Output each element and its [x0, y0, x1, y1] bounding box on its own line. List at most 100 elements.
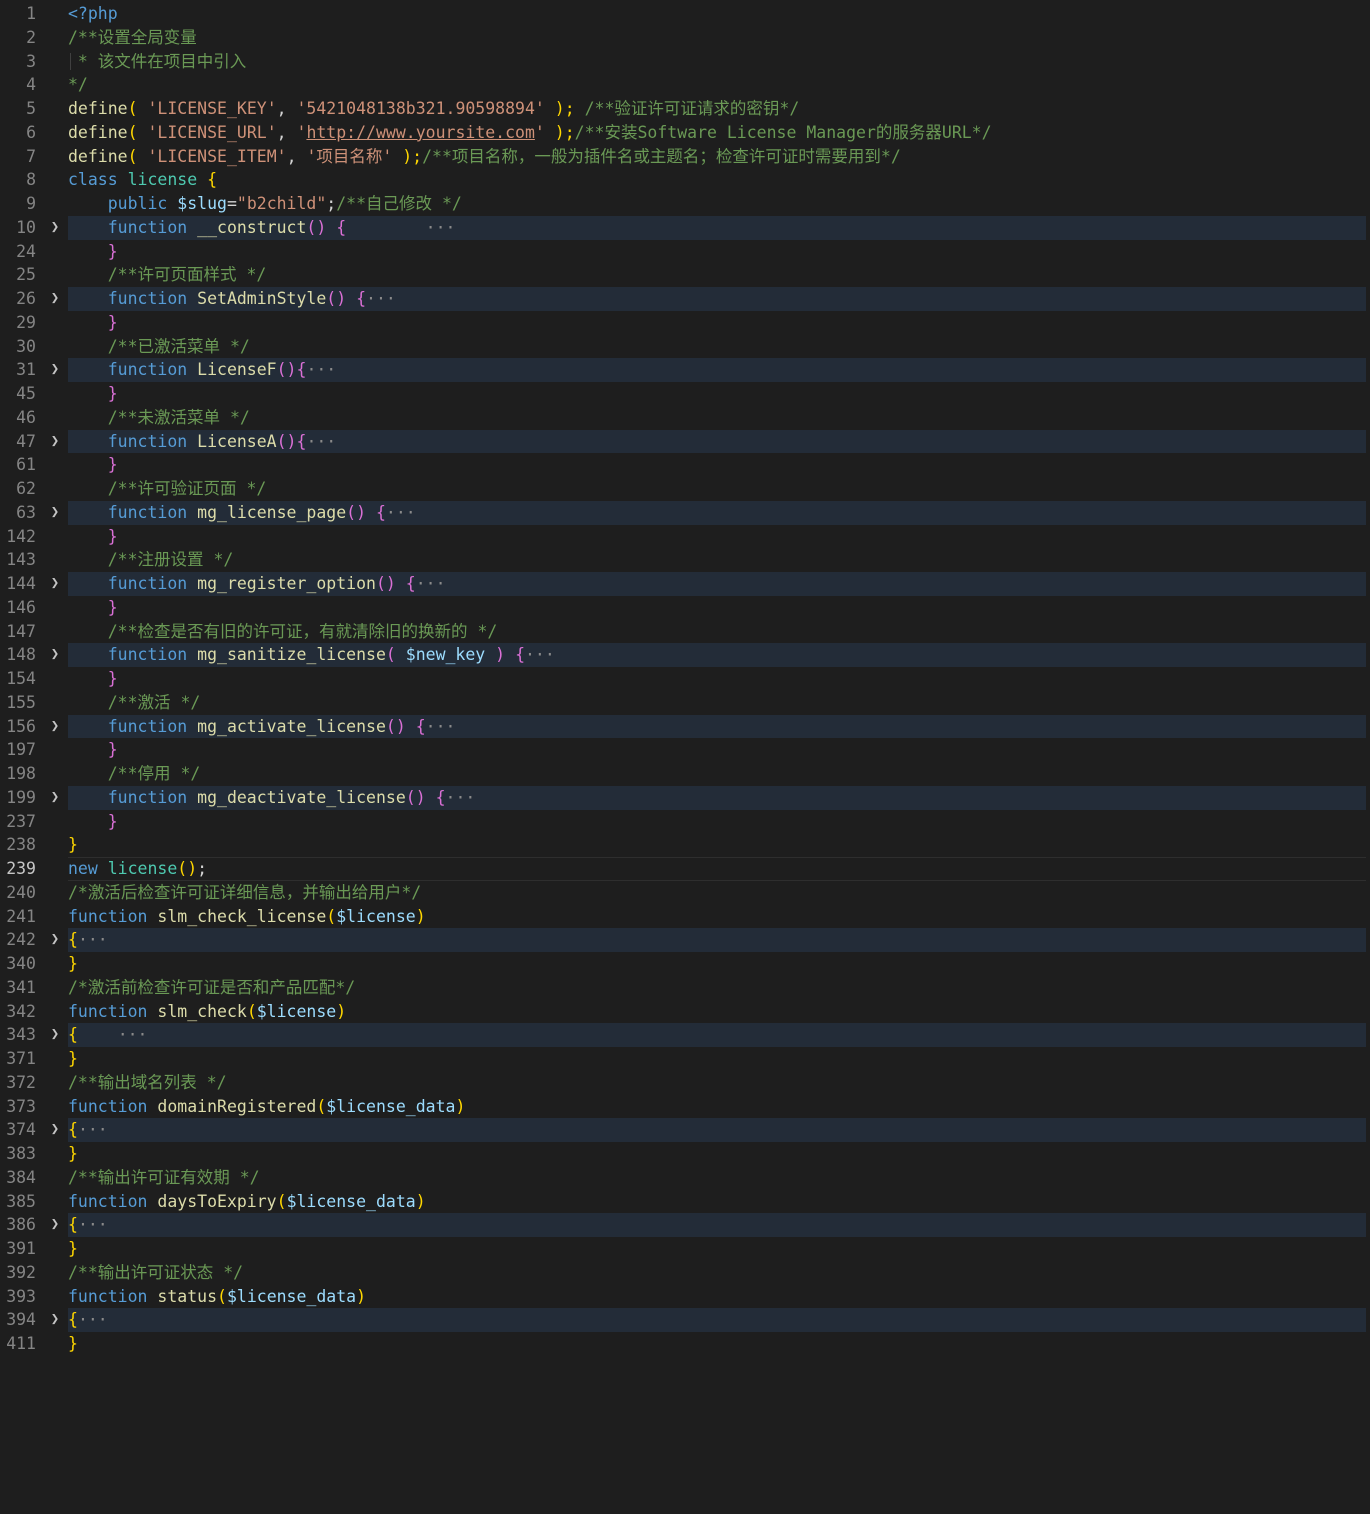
folded-code-line[interactable]: 394 ❯ {···: [0, 1308, 1366, 1332]
folded-region-ellipsis[interactable]: ···: [416, 574, 446, 593]
chevron-right-icon[interactable]: ❯: [46, 1023, 64, 1047]
folded-region-ellipsis[interactable]: ···: [118, 1025, 148, 1044]
code-line[interactable]: 237 }: [0, 810, 1366, 834]
chevron-right-icon[interactable]: ❯: [46, 430, 64, 454]
folded-code-line[interactable]: 47 ❯ function LicenseA(){···: [0, 429, 1366, 454]
code-line[interactable]: 393 function status($license_data): [0, 1285, 1366, 1309]
code-line[interactable]: 8 class license {: [0, 168, 1366, 192]
folded-region-ellipsis[interactable]: ···: [78, 1215, 108, 1234]
code-line[interactable]: 154 }: [0, 667, 1366, 691]
chevron-right-icon[interactable]: ❯: [46, 358, 64, 382]
code-token: new: [68, 859, 108, 878]
code-line[interactable]: 371}: [0, 1047, 1366, 1071]
code-editor[interactable]: 1 <?php 2/**设置全局变量 3 * 该文件在项目中引入 4 */5 define(…: [0, 0, 1370, 1514]
folded-region-ellipsis[interactable]: ···: [366, 289, 396, 308]
line-number: 155: [6, 692, 36, 712]
folded-code-line[interactable]: 156 ❯ function mg_activate_license() {···: [0, 714, 1366, 739]
folded-code-line[interactable]: 63 ❯ function mg_license_page() {···: [0, 500, 1366, 525]
code-line[interactable]: 45 }: [0, 382, 1366, 406]
folded-region-ellipsis[interactable]: ···: [78, 1310, 108, 1329]
folded-code-line[interactable]: 374 ❯ {···: [0, 1118, 1366, 1142]
folded-region-ellipsis[interactable]: ···: [426, 717, 456, 736]
code-line[interactable]: 29 }: [0, 311, 1366, 335]
folded-region-ellipsis[interactable]: ···: [525, 645, 555, 664]
folded-code-line[interactable]: 144 ❯ function mg_register_option() {···: [0, 572, 1366, 596]
code-line[interactable]: 147 /**检查是否有旧的许可证，有就清除旧的换新的 */: [0, 620, 1366, 644]
folded-code-line[interactable]: 10 ❯ function __construct() { ···: [0, 215, 1366, 240]
code-token: }: [68, 1239, 78, 1258]
folded-region-ellipsis[interactable]: ···: [78, 930, 108, 949]
code-line[interactable]: 6 define( 'LICENSE_URL', 'http://www.your…: [0, 121, 1366, 145]
code-line[interactable]: 383}: [0, 1142, 1366, 1166]
folded-code-line[interactable]: 386 ❯ {···: [0, 1213, 1366, 1237]
code-token: define: [68, 122, 128, 142]
code-line[interactable]: 373 function domainRegistered($license_da…: [0, 1095, 1366, 1119]
folded-region-ellipsis[interactable]: ···: [386, 503, 416, 522]
code-line[interactable]: 46 /**未激活菜单 */: [0, 406, 1366, 430]
code-line[interactable]: 155 /**激活 */: [0, 691, 1366, 715]
code-line[interactable]: 240 /*激活后检查许可证详细信息，并输出给用户*/: [0, 881, 1366, 905]
code-line[interactable]: 143 /**注册设置 */: [0, 548, 1366, 572]
chevron-right-icon[interactable]: ❯: [46, 1308, 64, 1332]
code-line[interactable]: 198 /**停用 */: [0, 762, 1366, 786]
folded-code-line[interactable]: 343 ❯{ ···: [0, 1023, 1366, 1047]
code-token: /**许可验证页面 */: [68, 479, 267, 498]
folded-code-line[interactable]: 148 ❯ function mg_sanitize_license( $new_…: [0, 643, 1366, 667]
code-line[interactable]: 3 * 该文件在项目中引入: [0, 50, 1366, 74]
code-line[interactable]: 340}: [0, 952, 1366, 976]
chevron-right-icon[interactable]: ❯: [46, 287, 64, 311]
folded-code-line[interactable]: 242 ❯ {···: [0, 928, 1366, 952]
code-line[interactable]: 385 function daysToExpiry($license_data): [0, 1190, 1366, 1214]
line-number: 147: [6, 621, 36, 641]
folded-region-ellipsis[interactable]: ···: [426, 218, 456, 237]
code-line[interactable]: 62 /**许可验证页面 */: [0, 477, 1366, 501]
code-line[interactable]: 61 }: [0, 453, 1366, 477]
code-line[interactable]: 25 /**许可页面样式 */: [0, 263, 1366, 287]
code-line[interactable]: 197 }: [0, 738, 1366, 762]
code-line[interactable]: 384 /**输出许可证有效期 */: [0, 1166, 1366, 1190]
code-token: (: [217, 1286, 227, 1306]
code-line[interactable]: 7 define( 'LICENSE_ITEM', '项目名称' );/**项目名…: [0, 145, 1366, 169]
code-line[interactable]: 5 define( 'LICENSE_KEY', '5421048138b321.…: [0, 97, 1366, 121]
code-line[interactable]: 24 }: [0, 240, 1366, 264]
line-number: 61: [16, 455, 36, 475]
code-line[interactable]: 372 /**输出域名列表 */: [0, 1071, 1366, 1095]
chevron-right-icon[interactable]: ❯: [46, 715, 64, 739]
code-line[interactable]: 391}: [0, 1237, 1366, 1261]
code-line[interactable]: 411}: [0, 1332, 1366, 1356]
code-line[interactable]: 142 }: [0, 525, 1366, 549]
code-line[interactable]: 392 /**输出许可证状态 */: [0, 1261, 1366, 1285]
chevron-right-icon[interactable]: ❯: [46, 1118, 64, 1142]
folded-region-ellipsis[interactable]: ···: [306, 432, 336, 451]
folded-region-ellipsis[interactable]: ···: [306, 360, 336, 379]
code-token: class: [68, 170, 128, 190]
folded-code-line[interactable]: 26 ❯ function SetAdminStyle() {···: [0, 287, 1366, 311]
code-line[interactable]: 241 function slm_check_license($license): [0, 905, 1366, 929]
code-text: }: [68, 311, 118, 335]
line-number: 10: [16, 217, 36, 237]
chevron-right-icon[interactable]: ❯: [46, 501, 64, 525]
chevron-right-icon[interactable]: ❯: [46, 928, 64, 952]
folded-region-ellipsis[interactable]: ···: [446, 788, 476, 807]
code-line[interactable]: 4 */: [0, 73, 1366, 97]
chevron-right-icon[interactable]: ❯: [46, 572, 64, 596]
code-line[interactable]: 341 /*激活前检查许可证是否和产品匹配*/: [0, 976, 1366, 1000]
code-line[interactable]: 2 /**设置全局变量: [0, 26, 1366, 50]
folded-code-line[interactable]: 31 ❯ function LicenseF(){···: [0, 358, 1366, 382]
code-token: (): [306, 217, 337, 237]
code-line[interactable]: 238}: [0, 833, 1366, 857]
code-line[interactable]: 239 new license();: [0, 857, 1366, 881]
chevron-right-icon[interactable]: ❯: [46, 1213, 64, 1237]
chevron-right-icon[interactable]: ❯: [46, 643, 64, 667]
chevron-right-icon[interactable]: ❯: [46, 216, 64, 240]
chevron-right-icon[interactable]: ❯: [46, 786, 64, 810]
folded-code-line[interactable]: 199 ❯ function mg_deactivate_license() {·…: [0, 785, 1366, 810]
code-token: }: [68, 740, 118, 760]
code-line[interactable]: 146 }: [0, 596, 1366, 620]
code-line[interactable]: 30 /**已激活菜单 */: [0, 335, 1366, 359]
folded-region-ellipsis[interactable]: ···: [78, 1120, 108, 1139]
code-line[interactable]: 1 <?php: [0, 2, 1366, 26]
line-number: 385: [6, 1191, 36, 1211]
code-line[interactable]: 342 function slm_check($license): [0, 1000, 1366, 1024]
code-line[interactable]: 9 public $slug="b2child";/**自己修改 */: [0, 192, 1366, 216]
